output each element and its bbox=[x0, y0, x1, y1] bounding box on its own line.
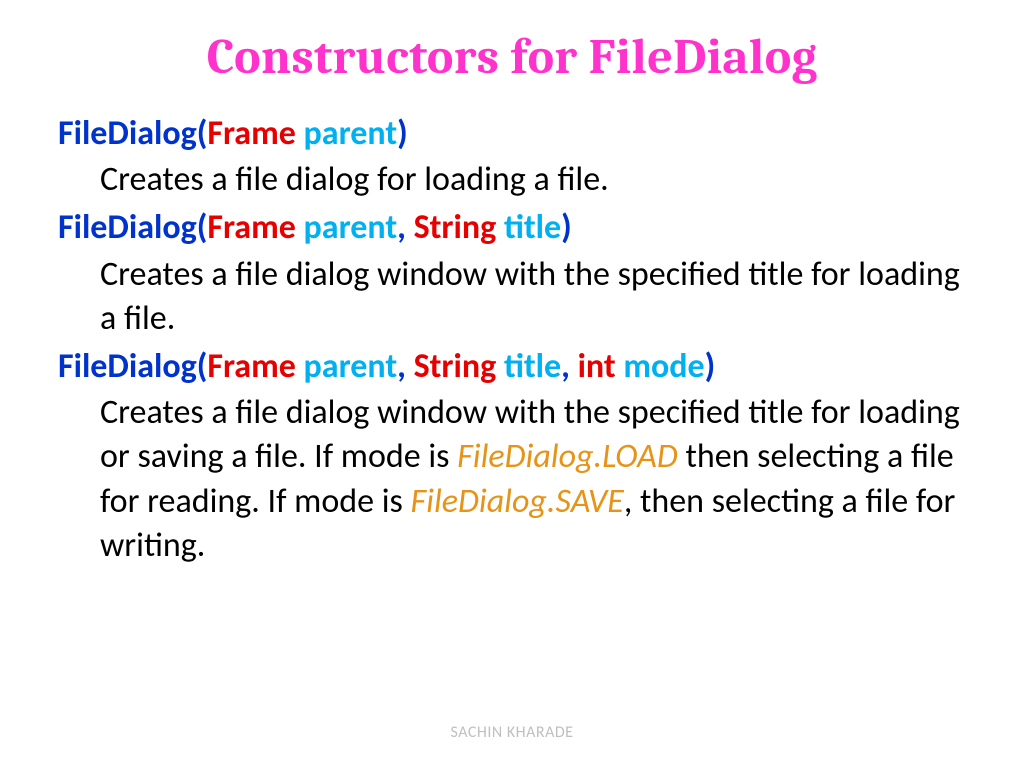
footer-author: SACHIN KHARADE bbox=[0, 723, 1024, 742]
separator: , bbox=[561, 346, 577, 387]
param-type: String bbox=[414, 346, 504, 387]
method-name: FileDialog( bbox=[58, 113, 207, 154]
param-type: int bbox=[578, 346, 624, 387]
paren-close: ) bbox=[561, 207, 572, 248]
paren-close: ) bbox=[705, 346, 716, 387]
param-type: Frame bbox=[207, 207, 303, 248]
param-name: mode bbox=[623, 346, 704, 387]
mode-constant: FileDialog.LOAD bbox=[457, 436, 678, 477]
param-name: title bbox=[504, 346, 561, 387]
param-name: parent bbox=[304, 346, 398, 387]
constructor-description: Creates a file dialog for loading a file… bbox=[58, 158, 966, 202]
method-name: FileDialog( bbox=[58, 207, 207, 248]
slide-title: Constructors for FileDialog bbox=[58, 28, 966, 86]
desc-text: Creates a file dialog window with the sp… bbox=[100, 254, 960, 339]
separator: , bbox=[397, 346, 413, 387]
mode-constant: FileDialog.SAVE bbox=[411, 481, 624, 522]
separator: , bbox=[397, 207, 413, 248]
param-name: parent bbox=[304, 113, 398, 154]
constructor-description: Creates a file dialog window with the sp… bbox=[58, 253, 966, 341]
constructor-signature: FileDialog(Frame parent, String title) bbox=[58, 206, 966, 250]
param-name: parent bbox=[304, 207, 398, 248]
slide: Constructors for FileDialog FileDialog(F… bbox=[0, 0, 1024, 768]
constructor-signature: FileDialog(Frame parent, String title, i… bbox=[58, 345, 966, 389]
param-name: title bbox=[504, 207, 561, 248]
paren-close: ) bbox=[397, 113, 408, 154]
param-type: Frame bbox=[207, 113, 303, 154]
constructor-description: Creates a file dialog window with the sp… bbox=[58, 391, 966, 568]
param-type: String bbox=[414, 207, 504, 248]
constructor-signature: FileDialog(Frame parent) bbox=[58, 112, 966, 156]
param-type: Frame bbox=[207, 346, 303, 387]
desc-text: Creates a file dialog for loading a file… bbox=[100, 159, 609, 200]
method-name: FileDialog( bbox=[58, 346, 207, 387]
